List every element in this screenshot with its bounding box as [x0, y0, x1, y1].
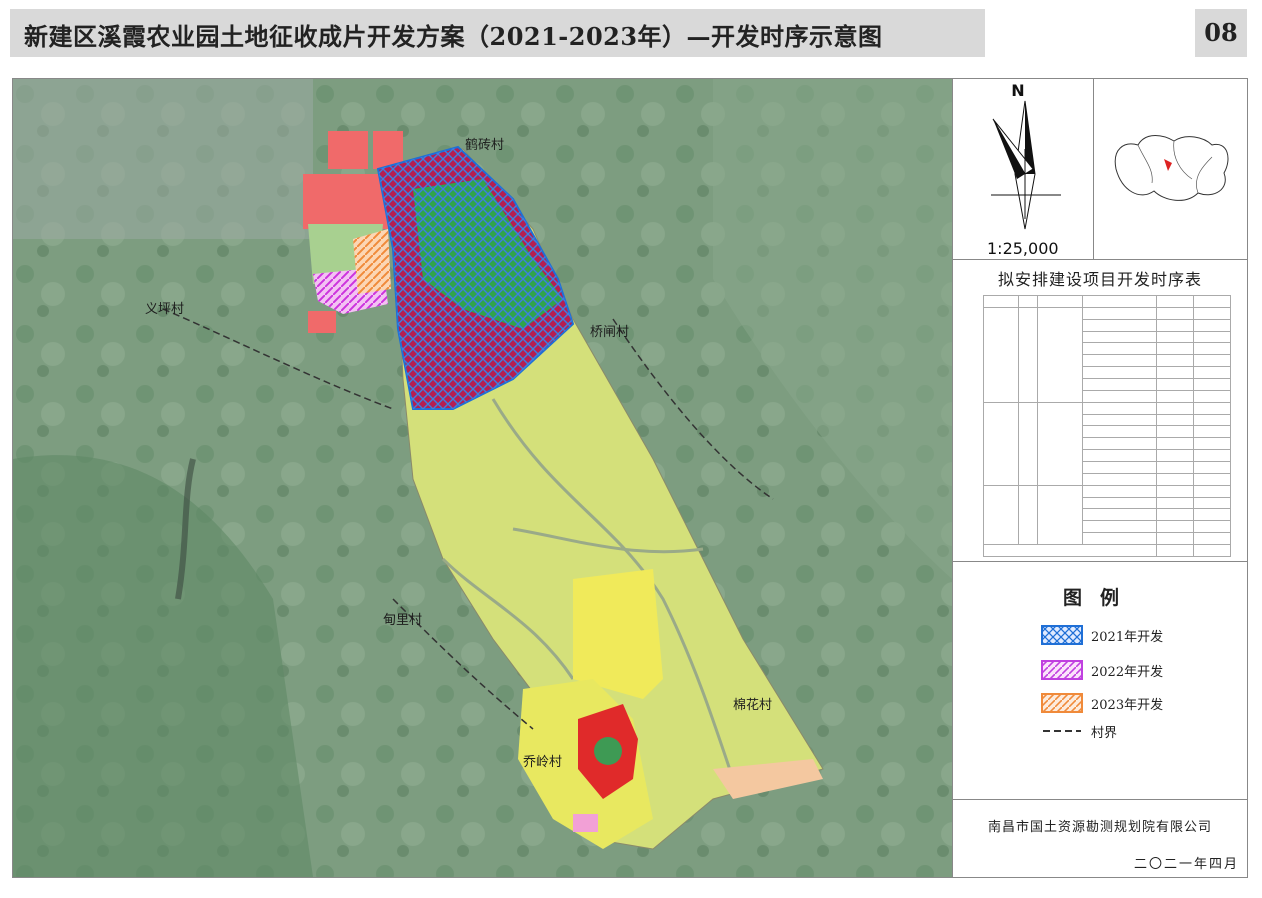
village-label: 乔岭村 — [523, 755, 562, 770]
title-bar: 新建区溪霞农业园土地征收成片开发方案（2021-2023年）—开发时序示意图 — [10, 9, 985, 57]
legend-swatch-2023 — [1041, 693, 1083, 713]
south-green-parcel — [594, 737, 622, 765]
side-panel: N 1:25,000 拟安排建设项目开发时序表 图例 2021年开发 2022年… — [952, 78, 1248, 878]
north-letter: N — [1011, 81, 1024, 100]
legend-swatch-2022 — [1041, 660, 1083, 680]
parcel — [328, 131, 368, 169]
legend-label: 2022年开发 — [1091, 664, 1164, 680]
legend-swatch-2021 — [1041, 625, 1083, 645]
north-arrow-icon: N — [991, 81, 1061, 230]
divider — [953, 561, 1247, 562]
village-label: 鹤砖村 — [465, 137, 504, 153]
page-title: 新建区溪霞农业园土地征收成片开发方案（2021-2023年）—开发时序示意图 — [24, 22, 883, 51]
legend-item-2021: 2021年开发 — [1041, 624, 1163, 646]
parcel — [573, 814, 598, 832]
village-label: 桥闸村 — [590, 325, 629, 340]
divider — [953, 799, 1247, 800]
urban-area — [13, 79, 313, 239]
schedule-table — [983, 295, 1232, 557]
map-canvas[interactable]: 鹤砖村 桥闸村 义坪村 甸里村 棉花村 乔岭村 — [13, 79, 952, 877]
publish-date: 二〇二一年四月 — [1133, 857, 1239, 872]
legend-title: 图例 — [1062, 587, 1137, 609]
location-inset-map — [1094, 79, 1247, 259]
company-name: 南昌市国土资源勘测规划院有限公司 — [987, 820, 1212, 835]
divider — [953, 259, 1247, 260]
parcel — [303, 174, 388, 229]
page-number: 08 — [1195, 9, 1247, 57]
inset-map-icon — [1114, 135, 1229, 201]
legend-item-2022: 2022年开发 — [1041, 659, 1163, 681]
parcel — [573, 569, 663, 699]
map-panel[interactable]: 鹤砖村 桥闸村 义坪村 甸里村 棉花村 乔岭村 — [12, 78, 953, 878]
scale-label: 1:25,000 — [987, 239, 1059, 258]
schedule-table-title: 拟安排建设项目开发时序表 — [997, 270, 1202, 289]
village-label: 棉花村 — [733, 697, 772, 713]
legend-label: 村界 — [1091, 725, 1118, 741]
village-label: 甸里村 — [383, 613, 422, 628]
legend-item-boundary: 村界 — [1041, 720, 1117, 742]
phase-2023-hatch — [353, 229, 391, 294]
legend-label: 2023年开发 — [1091, 697, 1164, 713]
legend-item-2023: 2023年开发 — [1041, 692, 1163, 714]
schedule-table-grid — [983, 295, 1232, 557]
legend-swatch-boundary — [1043, 730, 1081, 732]
legend-label: 2021年开发 — [1091, 629, 1164, 645]
parcel — [308, 311, 336, 333]
village-label: 义坪村 — [145, 302, 184, 317]
north-arrow-box: N 1:25,000 — [953, 79, 1094, 259]
